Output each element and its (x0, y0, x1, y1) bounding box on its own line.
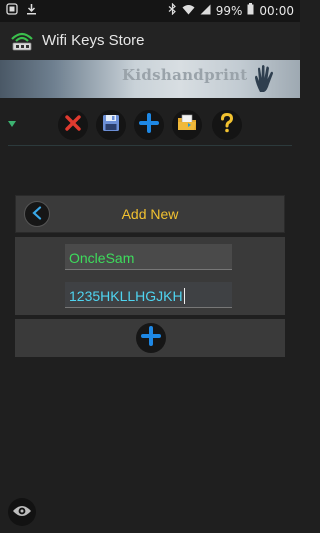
eye-icon (12, 503, 32, 522)
plus-icon (138, 112, 160, 138)
divider (8, 145, 292, 146)
folder-icon (176, 113, 198, 137)
form-panel: OncleSam 1235HKLLHGJKH (15, 237, 285, 315)
bluetooth-icon (168, 2, 177, 18)
banner-brand: Kidshandprint (122, 66, 248, 84)
delete-x-icon (63, 113, 83, 137)
chevron-left-icon (31, 205, 43, 224)
expand-arrow-icon[interactable] (8, 121, 16, 127)
ssid-field[interactable]: OncleSam (65, 244, 232, 270)
add-entry-button[interactable] (136, 323, 166, 353)
toolbar (0, 106, 300, 146)
help-button[interactable] (212, 110, 242, 140)
app-logo-icon (9, 28, 35, 54)
floppy-disk-icon (101, 113, 121, 137)
download-icon (26, 3, 37, 18)
delete-button[interactable] (58, 110, 88, 140)
add-panel (15, 319, 285, 357)
status-bar: 99% 00:00 (0, 0, 300, 22)
text-cursor (183, 288, 185, 304)
key-field[interactable]: 1235HKLLHGJKH (65, 282, 232, 308)
question-mark-icon (219, 112, 235, 137)
plus-icon (140, 325, 162, 351)
open-folder-button[interactable] (172, 110, 202, 140)
ssid-value: OncleSam (69, 250, 135, 266)
wifi-icon (182, 4, 195, 18)
app-bar: Wifi Keys Store (0, 22, 300, 60)
app-title: Wifi Keys Store (42, 32, 145, 49)
panel-header: Add New (15, 195, 285, 233)
signal-icon (200, 4, 211, 18)
battery-percent: 99% (215, 3, 243, 18)
handprint-icon (252, 64, 278, 98)
key-value: 1235HKLLHGJKH (69, 288, 183, 304)
panel-title: Add New (121, 206, 179, 222)
notification-icon (6, 3, 18, 18)
show-password-toggle[interactable] (8, 498, 36, 526)
back-button[interactable] (24, 201, 50, 227)
battery-icon (247, 3, 254, 18)
save-button[interactable] (96, 110, 126, 140)
clock: 00:00 (259, 3, 294, 18)
add-toolbar-button[interactable] (134, 110, 164, 140)
banner: Kidshandprint (0, 60, 300, 98)
